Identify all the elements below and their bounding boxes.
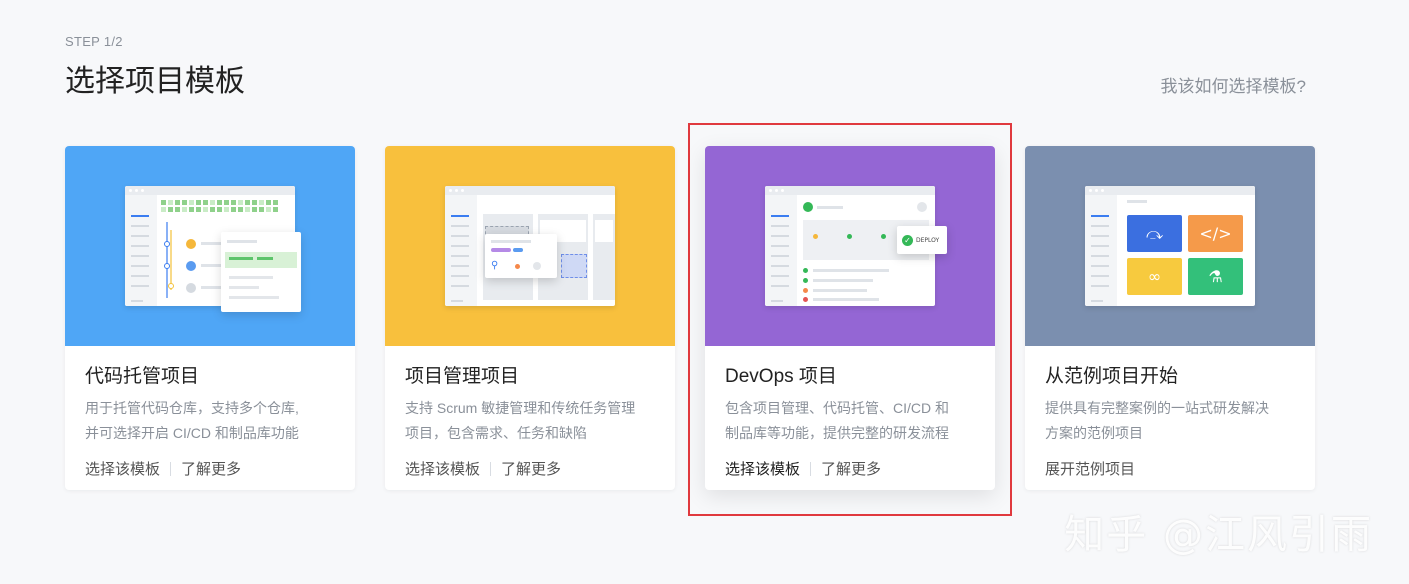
code-icon: </>: [1188, 215, 1243, 252]
expand-sample-projects-button[interactable]: 展开范例项目: [1045, 458, 1135, 479]
watermark: 知乎 @江风引雨: [1064, 512, 1373, 558]
devops-illustration: ✓ DEPLOY: [705, 146, 995, 346]
select-template-button[interactable]: 选择该模板: [405, 458, 480, 479]
learn-more-link[interactable]: 了解更多: [181, 458, 241, 479]
card-actions: 选择该模板 了解更多: [405, 458, 655, 479]
task-card-popup: ⚲: [485, 234, 557, 278]
card-description-line1: 用于托管代码仓库，支持多个仓库,: [85, 400, 299, 416]
card-title: 从范例项目开始: [1045, 366, 1179, 387]
card-description-line2: 项目，包含需求、任务和缺陷: [405, 425, 587, 441]
template-card-devops[interactable]: ✓ DEPLOY DevOps 项目 包含项目管理、代码托管、CI/CD 和 制…: [705, 146, 995, 490]
sample-project-illustration: ⤼ </> ∞ ⚗: [1025, 146, 1315, 346]
infinity-icon: ∞: [1127, 258, 1182, 295]
learn-more-link[interactable]: 了解更多: [501, 458, 561, 479]
card-description: 提供具有完整案例的一站式研发解决 方案的范例项目: [1045, 396, 1295, 446]
check-icon: ✓: [902, 234, 913, 246]
card-description-line1: 包含项目管理、代码托管、CI/CD 和: [725, 400, 949, 416]
project-management-illustration: ⚲: [385, 146, 675, 346]
card-actions: 展开范例项目: [1045, 458, 1295, 479]
step-indicator: STEP 1/2: [65, 34, 123, 49]
card-title: DevOps 项目: [725, 366, 837, 387]
template-card-code-hosting[interactable]: 代码托管项目 用于托管代码仓库，支持多个仓库, 并可选择开启 CI/CD 和制品…: [65, 146, 355, 490]
select-template-button[interactable]: 选择该模板: [85, 458, 160, 479]
template-selection-page: STEP 1/2 选择项目模板 我该如何选择模板? 代码托管项目 用于托管代码仓…: [0, 0, 1409, 584]
card-description-line1: 支持 Scrum 敏捷管理和传统任务管理: [405, 400, 636, 416]
divider: [170, 461, 172, 476]
divider: [490, 461, 492, 476]
learn-more-link[interactable]: 了解更多: [821, 458, 881, 479]
template-card-project-management[interactable]: ⚲ 项目管理项目 支持 Scrum 敏捷管理和传统任务管理 项目，包含需求、任务…: [385, 146, 675, 490]
deploy-badge: ✓ DEPLOY: [897, 226, 947, 254]
card-description-line1: 提供具有完整案例的一站式研发解决: [1045, 400, 1269, 416]
mock-window: ⤼ </> ∞ ⚗: [1085, 186, 1255, 306]
merge-request-popup: [221, 232, 301, 312]
flask-icon: ⚗: [1188, 258, 1243, 295]
rocket-icon: ⤼: [1127, 215, 1182, 252]
card-description: 包含项目管理、代码托管、CI/CD 和 制品库等功能，提供完整的研发流程: [725, 396, 975, 446]
divider: [810, 461, 812, 476]
location-icon: ⚲: [491, 260, 499, 271]
page-title: 选择项目模板: [65, 65, 245, 98]
card-description: 用于托管代码仓库，支持多个仓库, 并可选择开启 CI/CD 和制品库功能: [85, 396, 335, 446]
select-template-button[interactable]: 选择该模板: [725, 458, 800, 479]
deploy-label: DEPLOY: [916, 236, 940, 244]
template-card-sample-project[interactable]: ⤼ </> ∞ ⚗ 从范例项目开始 提供具有完整案例的一站式研发解决 方案的范例…: [1025, 146, 1315, 490]
card-actions: 选择该模板 了解更多: [85, 458, 335, 479]
card-title: 项目管理项目: [405, 366, 520, 387]
code-hosting-illustration: [65, 146, 355, 346]
card-description-line2: 制品库等功能，提供完整的研发流程: [725, 425, 949, 441]
card-description-line2: 并可选择开启 CI/CD 和制品库功能: [85, 425, 299, 441]
card-actions: 选择该模板 了解更多: [725, 458, 975, 479]
card-title: 代码托管项目: [85, 366, 200, 387]
card-description-line2: 方案的范例项目: [1045, 425, 1143, 441]
card-description: 支持 Scrum 敏捷管理和传统任务管理 项目，包含需求、任务和缺陷: [405, 396, 655, 446]
help-link[interactable]: 我该如何选择模板?: [1161, 72, 1306, 97]
